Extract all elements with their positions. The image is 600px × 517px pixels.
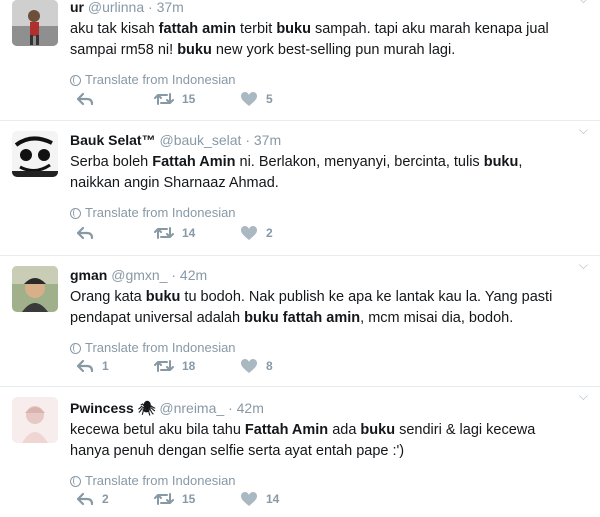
avatar-image [12, 266, 58, 312]
avatar-image [12, 397, 58, 443]
tweet-text: aku tak kisah fattah amin terbit buku sa… [70, 19, 574, 61]
retweet-button[interactable]: 15 [154, 491, 195, 507]
reply-icon [76, 492, 94, 506]
retweet-icon [154, 227, 174, 239]
tweet-feed: ⌵ ur @urlinna · 37m aku tak kisah fattah… [0, 0, 600, 507]
tweet-text: Orang kata buku tu bodoh. Nak publish ke… [70, 287, 574, 329]
tweet-text-segment: Serba boleh [70, 154, 153, 170]
retweet-icon [154, 93, 174, 105]
chevron-down-icon[interactable]: ⌵ [579, 123, 588, 138]
tweet-text-segment: ada [328, 422, 361, 438]
reply-icon [76, 92, 94, 106]
globe-icon [70, 343, 81, 354]
heart-icon [241, 92, 257, 106]
retweet-button[interactable]: 14 [154, 225, 195, 241]
retweet-button[interactable]: 15 [154, 91, 195, 107]
avatar[interactable] [12, 0, 58, 46]
tweet-header: ur @urlinna · 37m [70, 0, 184, 15]
retweet-count: 18 [182, 359, 196, 373]
globe-icon [70, 75, 81, 86]
avatar-image [12, 0, 58, 46]
highlighted-keyword: Fattah Amin [152, 154, 236, 170]
retweet-count: 14 [182, 226, 196, 240]
tweet-header: Pwincess 🕷 @nreima_ · 42m [70, 400, 264, 416]
highlighted-keyword: buku [483, 154, 519, 170]
tweet-text: kecewa betul aku bila tahu Fattah Amin a… [70, 420, 574, 462]
tweet-text-segment: terbit [236, 21, 277, 37]
highlighted-keyword: fattah amin [158, 21, 237, 37]
display-name[interactable]: gman [70, 267, 107, 283]
highlighted-keyword: buku [145, 289, 181, 305]
tweet-text-segment: Orang kata [70, 289, 146, 305]
avatar[interactable] [12, 397, 58, 443]
like-button[interactable]: 2 [240, 225, 273, 241]
display-name[interactable]: Pwincess 🕷 [70, 400, 155, 416]
reply-button[interactable] [76, 225, 102, 241]
highlighted-keyword: buku [276, 21, 311, 37]
reply-count: 1 [102, 359, 109, 373]
retweet-count: 15 [182, 92, 196, 106]
tweet[interactable]: ⌵ Pwincess 🕷 @nreima_ · 42m kecewa betul… [0, 387, 600, 517]
chevron-down-icon[interactable]: ⌵ [579, 389, 588, 404]
user-handle[interactable]: @nreima_ [159, 400, 224, 416]
like-count: 8 [266, 359, 273, 373]
heart-icon [241, 226, 257, 240]
highlighted-keyword: Fattah Amin [244, 422, 329, 438]
avatar[interactable] [12, 266, 58, 312]
heart-icon [241, 359, 257, 373]
tweet-header: gman @gmxn_ · 42m [70, 267, 208, 283]
tweet-text: Serba boleh Fattah Amin ni. Berlakon, me… [70, 152, 574, 194]
user-handle[interactable]: @bauk_selat [159, 132, 241, 148]
tweet-text-segment: ni. Berlakon, menyanyi, bercinta, tulis [235, 154, 484, 170]
translate-link[interactable]: Translate from Indonesian [70, 205, 574, 221]
translate-link[interactable]: Translate from Indonesian [70, 473, 574, 489]
globe-icon [70, 476, 81, 487]
highlighted-keyword: buku [177, 42, 212, 58]
globe-icon [70, 208, 81, 219]
reply-button[interactable] [76, 91, 102, 107]
timestamp[interactable]: 42m [237, 400, 264, 416]
translate-link[interactable]: Translate from Indonesian [70, 340, 574, 356]
translate-link[interactable]: Translate from Indonesian [70, 72, 574, 88]
heart-icon [241, 492, 257, 506]
display-name[interactable]: Bauk Selat™ [70, 132, 156, 148]
reply-button[interactable]: 2 [76, 491, 109, 507]
tweet-text-segment: , mcm misai dia, bodoh. [360, 310, 514, 326]
timestamp[interactable]: 42m [180, 267, 207, 283]
retweet-icon [154, 360, 174, 372]
highlighted-keyword: buku fattah amin [244, 310, 361, 326]
tweet[interactable]: ⌵ Bauk Selat™ @bauk_selat · 37m Serba bo… [0, 121, 600, 256]
timestamp[interactable]: 37m [254, 132, 281, 148]
retweet-icon [154, 493, 174, 505]
like-count: 14 [266, 492, 280, 506]
like-count: 5 [266, 92, 273, 106]
chevron-down-icon[interactable]: ⌵ [579, 0, 588, 7]
reply-icon [76, 359, 94, 373]
like-count: 2 [266, 226, 273, 240]
avatar[interactable] [12, 131, 58, 177]
like-button[interactable]: 8 [240, 358, 273, 374]
user-handle[interactable]: @urlinna [88, 0, 144, 15]
tweet-text-segment: new york best-selling pun murah lagi. [211, 42, 456, 58]
like-button[interactable]: 5 [240, 91, 273, 107]
reply-icon [76, 226, 94, 240]
tweet-text-segment: aku tak kisah [70, 21, 159, 37]
reply-button[interactable]: 1 [76, 358, 109, 374]
display-name[interactable]: ur [70, 0, 84, 15]
tweet[interactable]: ⌵ ur @urlinna · 37m aku tak kisah fattah… [0, 0, 600, 121]
retweet-count: 15 [182, 492, 196, 506]
tweet-text-segment: kecewa betul aku bila tahu [70, 422, 245, 438]
user-handle[interactable]: @gmxn_ [111, 267, 167, 283]
tweet[interactable]: ⌵ gman @gmxn_ · 42m Orang kata buku tu b… [0, 256, 600, 387]
highlighted-keyword: buku [360, 422, 396, 438]
avatar-image [12, 131, 58, 177]
like-button[interactable]: 14 [240, 491, 279, 507]
reply-count: 2 [102, 492, 109, 506]
tweet-header: Bauk Selat™ @bauk_selat · 37m [70, 132, 282, 148]
timestamp[interactable]: 37m [157, 0, 184, 15]
chevron-down-icon[interactable]: ⌵ [579, 258, 588, 273]
retweet-button[interactable]: 18 [154, 358, 195, 374]
